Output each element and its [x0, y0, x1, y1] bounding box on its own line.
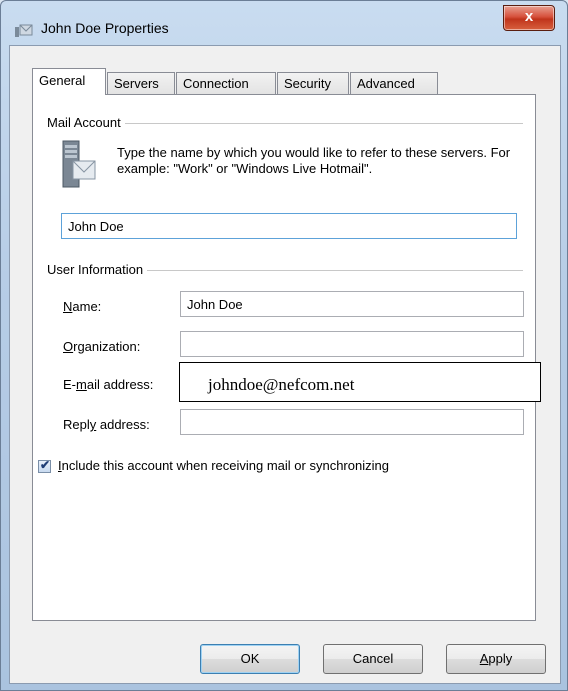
- name-label: Name:: [63, 299, 101, 314]
- general-tab-panel: Mail Account Type the name by which you …: [32, 94, 536, 621]
- email-label-text: ail address:: [86, 377, 154, 392]
- user-info-group-label: User Information: [47, 262, 148, 277]
- mail-account-name-input[interactable]: [61, 213, 517, 239]
- mail-account-group-label: Mail Account: [47, 115, 125, 130]
- ok-button[interactable]: OK: [200, 644, 300, 674]
- apply-text: pply: [488, 651, 513, 666]
- name-input[interactable]: [180, 291, 524, 317]
- checkmark-icon: ✔: [40, 458, 51, 472]
- organization-label-text: rganization:: [73, 339, 141, 354]
- organization-label: Organization:: [63, 339, 140, 354]
- email-address-input[interactable]: johndoe@nefcom.net: [179, 362, 541, 402]
- apply-button[interactable]: Apply: [446, 644, 546, 674]
- tab-advanced[interactable]: Advanced: [350, 72, 438, 94]
- email-label-pre: E-: [63, 377, 76, 392]
- tab-security[interactable]: Security: [277, 72, 349, 94]
- reply-label-text: address:: [96, 417, 150, 432]
- properties-window: John Doe Properties x General Servers Co…: [0, 0, 568, 691]
- close-button[interactable]: x: [503, 5, 555, 31]
- organization-input[interactable]: [180, 331, 524, 357]
- name-label-text: ame:: [72, 299, 102, 314]
- title-bar[interactable]: John Doe Properties x: [1, 1, 567, 45]
- email-label: E-mail address:: [63, 377, 153, 392]
- mail-server-icon: [62, 140, 96, 188]
- close-icon: x: [524, 8, 534, 25]
- dialog-client-area: General Servers Connection Security Adva…: [9, 45, 561, 684]
- tab-general[interactable]: General: [32, 68, 106, 95]
- email-label-accel: m: [76, 377, 87, 392]
- name-label-accel: N: [63, 299, 73, 314]
- reply-label-pre: Repl: [63, 417, 90, 432]
- mail-account-description: Type the name by which you would like to…: [117, 145, 511, 176]
- account-properties-icon: [15, 24, 33, 37]
- cancel-button[interactable]: Cancel: [323, 644, 423, 674]
- reply-address-label: Reply address:: [63, 417, 150, 432]
- tab-connection[interactable]: Connection: [176, 72, 276, 94]
- include-label-text: nclude this account when receiving mail …: [61, 458, 389, 473]
- window-title: John Doe Properties: [41, 20, 169, 36]
- organization-label-accel: O: [63, 339, 74, 354]
- include-account-label[interactable]: Include this account when receiving mail…: [58, 458, 389, 473]
- reply-address-input[interactable]: [180, 409, 524, 435]
- include-account-checkbox[interactable]: ✔: [38, 458, 51, 473]
- tab-servers[interactable]: Servers: [107, 72, 175, 94]
